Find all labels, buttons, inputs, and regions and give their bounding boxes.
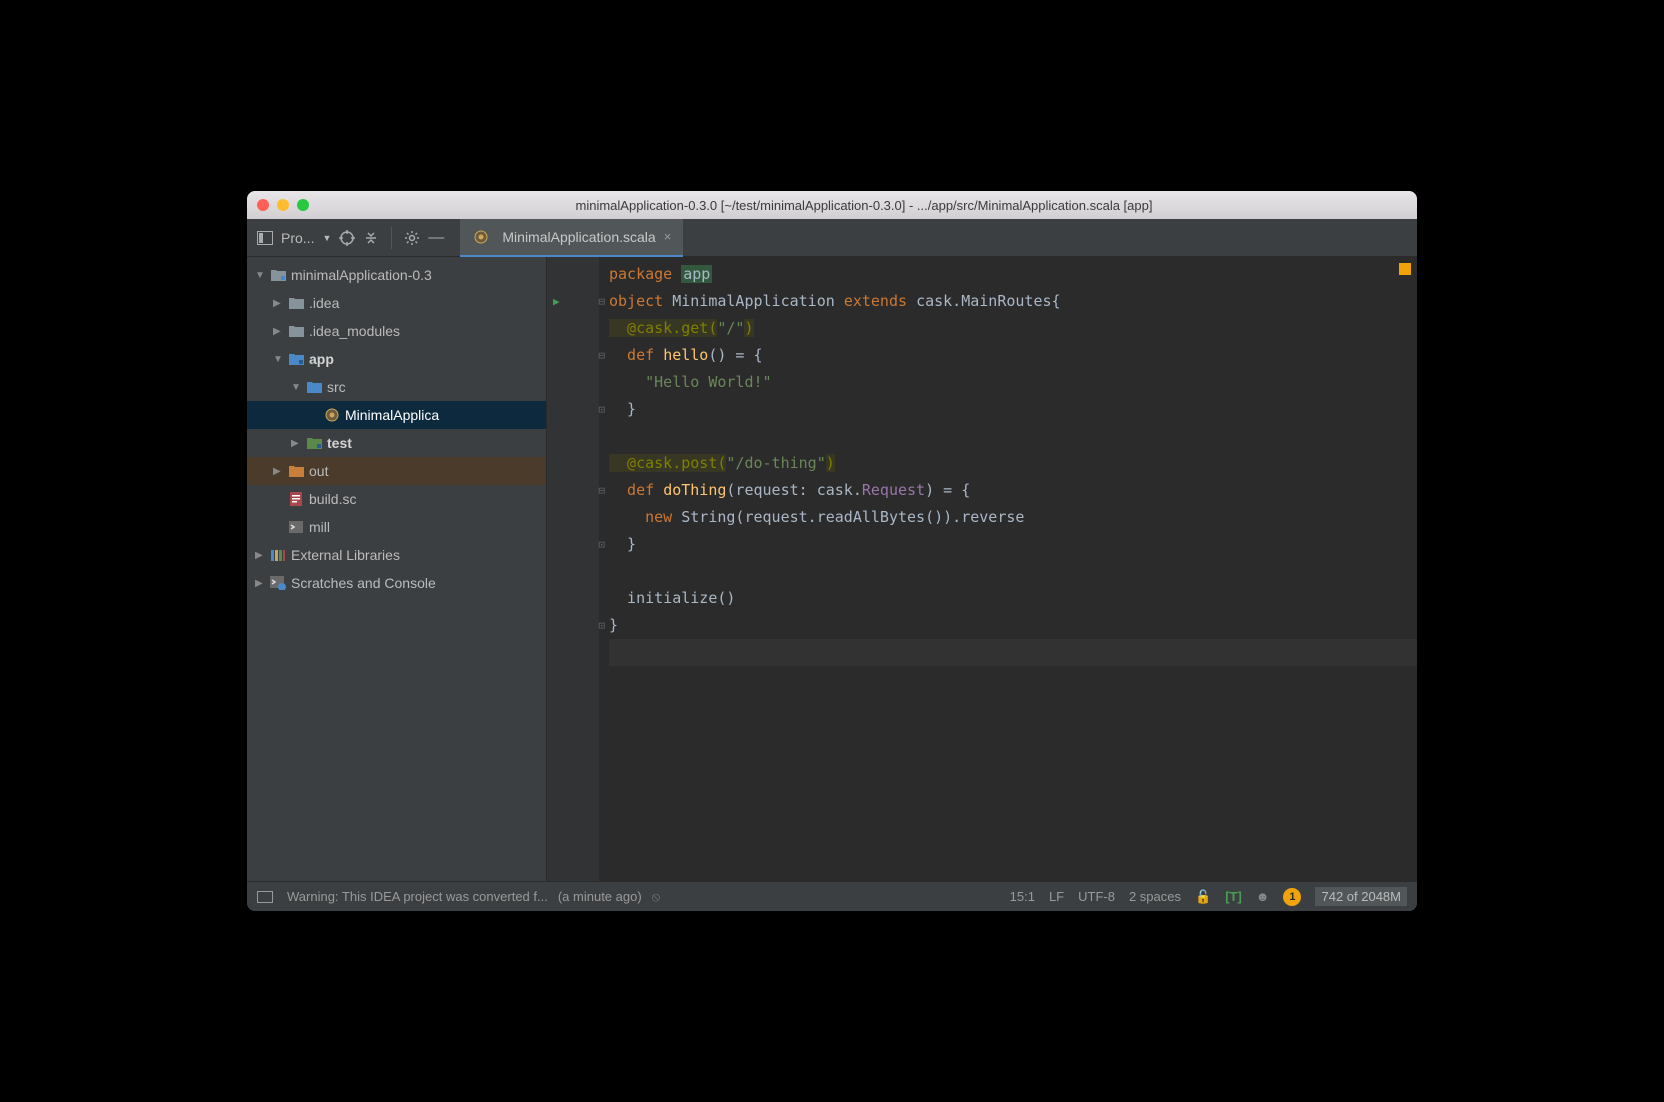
tab-minimal-application[interactable]: MinimalApplication.scala × xyxy=(460,219,683,257)
tree-idea-modules[interactable]: ▶ .idea_modules xyxy=(247,317,546,345)
lock-icon[interactable]: 🔓 xyxy=(1195,889,1211,905)
tree-out[interactable]: ▶ out xyxy=(247,457,546,485)
maximize-window-button[interactable] xyxy=(297,199,309,211)
separator xyxy=(391,227,392,249)
target-icon[interactable] xyxy=(339,230,355,246)
tool-window-icon[interactable] xyxy=(257,891,273,903)
fold-icon[interactable]: ⊟ xyxy=(598,342,605,369)
tree-scratches[interactable]: ▶ Scratches and Console xyxy=(247,569,546,597)
status-message: Warning: This IDEA project was converted… xyxy=(287,889,548,904)
memory-indicator[interactable]: 742 of 2048M xyxy=(1315,887,1407,906)
project-tool-header[interactable]: Pro... ▼ — xyxy=(247,227,454,249)
tree-external-libraries[interactable]: ▶ External Libraries xyxy=(247,541,546,569)
tab-label: MinimalApplication.scala xyxy=(502,229,655,245)
project-tree[interactable]: ▼ minimalApplication-0.3 ▶ .idea ▶ .idea… xyxy=(247,257,547,881)
tree-test[interactable]: ▶ test xyxy=(247,429,546,457)
code-editor[interactable]: ▶⊟ ⊟ ⊡ ⊟ ⊡ ⊡ package app object MinimalA… xyxy=(547,257,1417,881)
tree-root[interactable]: ▼ minimalApplication-0.3 xyxy=(247,261,546,289)
tree-idea[interactable]: ▶ .idea xyxy=(247,289,546,317)
indent-setting[interactable]: 2 spaces xyxy=(1129,889,1181,904)
dropdown-icon: ▼ xyxy=(322,233,331,243)
fold-icon[interactable]: ⊟ xyxy=(598,477,605,504)
run-gutter-icon[interactable]: ▶ xyxy=(553,288,560,315)
inspector-icon[interactable]: ☻ xyxy=(1256,889,1270,904)
folder-icon xyxy=(269,267,287,283)
tree-buildsc[interactable]: build.sc xyxy=(247,485,546,513)
excluded-folder-icon xyxy=(287,463,305,479)
test-folder-icon xyxy=(305,435,323,451)
status-time: (a minute ago) xyxy=(558,889,642,904)
fold-end-icon[interactable]: ⊡ xyxy=(598,396,605,423)
gear-icon[interactable] xyxy=(404,230,420,246)
check-icon: ⦸ xyxy=(652,889,660,905)
fold-end-icon[interactable]: ⊡ xyxy=(598,612,605,639)
inspection-marker[interactable] xyxy=(1399,263,1411,275)
close-window-button[interactable] xyxy=(257,199,269,211)
file-icon xyxy=(287,491,305,507)
tree-src[interactable]: ▼ src xyxy=(247,373,546,401)
editor-area: ▶⊟ ⊟ ⊡ ⊟ ⊡ ⊡ package app object MinimalA… xyxy=(547,257,1417,881)
toolbar: Pro... ▼ — MinimalApplication.scala × xyxy=(247,219,1417,257)
minimize-window-button[interactable] xyxy=(277,199,289,211)
source-folder-icon xyxy=(305,379,323,395)
editor-tabs: MinimalApplication.scala × xyxy=(460,219,683,257)
ide-window: minimalApplication-0.3.0 [~/test/minimal… xyxy=(247,191,1417,911)
code-content[interactable]: package app object MinimalApplication ex… xyxy=(599,257,1417,881)
traffic-lights xyxy=(257,199,309,211)
notifications-badge[interactable]: 1 xyxy=(1283,888,1301,906)
fold-end-icon[interactable]: ⊡ xyxy=(598,531,605,558)
statusbar: Warning: This IDEA project was converted… xyxy=(247,881,1417,911)
close-tab-icon[interactable]: × xyxy=(664,229,672,244)
tree-mill[interactable]: mill xyxy=(247,513,546,541)
scratches-icon xyxy=(269,575,287,591)
folder-icon xyxy=(287,295,305,311)
collapse-icon[interactable] xyxy=(363,230,379,246)
folder-icon xyxy=(287,323,305,339)
main-body: ▼ minimalApplication-0.3 ▶ .idea ▶ .idea… xyxy=(247,257,1417,881)
tree-app[interactable]: ▼ app xyxy=(247,345,546,373)
module-folder-icon xyxy=(287,351,305,367)
gutter[interactable]: ▶⊟ ⊟ ⊡ ⊟ ⊡ ⊡ xyxy=(547,257,599,881)
fold-icon[interactable]: ⊟ xyxy=(598,288,605,315)
scala-file-icon xyxy=(472,229,490,245)
cursor-position[interactable]: 15:1 xyxy=(1010,889,1035,904)
titlebar: minimalApplication-0.3.0 [~/test/minimal… xyxy=(247,191,1417,219)
panel-icon xyxy=(257,230,273,246)
window-title: minimalApplication-0.3.0 [~/test/minimal… xyxy=(321,198,1407,213)
typer-indicator[interactable]: [T] xyxy=(1225,889,1242,904)
tree-file-selected[interactable]: MinimalApplica xyxy=(247,401,546,429)
line-separator[interactable]: LF xyxy=(1049,889,1064,904)
project-tool-label: Pro... xyxy=(281,230,314,246)
file-encoding[interactable]: UTF-8 xyxy=(1078,889,1115,904)
hide-icon[interactable]: — xyxy=(428,230,444,246)
scala-file-icon xyxy=(323,407,341,423)
libraries-icon xyxy=(269,547,287,563)
script-icon xyxy=(287,519,305,535)
